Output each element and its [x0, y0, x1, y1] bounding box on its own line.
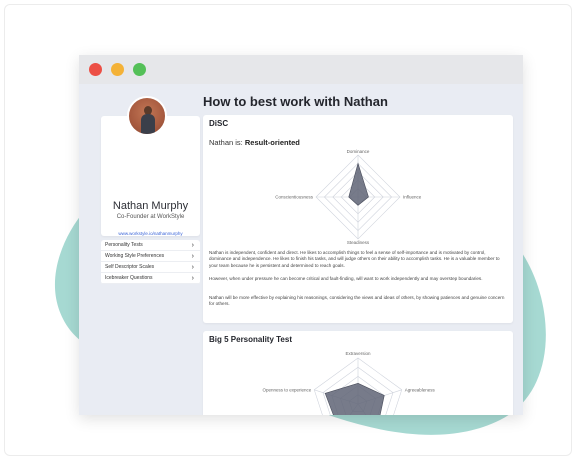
sidebar-menu: Personality Tests › Working Style Prefer… [101, 240, 200, 284]
profile-role: Co-Founder at WorkStyle [116, 214, 185, 220]
close-window-button[interactable] [89, 63, 102, 76]
disc-paragraph: However, when under pressure he can beco… [209, 276, 483, 281]
window-titlebar [79, 55, 523, 84]
big5-axis-label-extraversion: Extraversion [345, 351, 371, 356]
avatar-body [141, 114, 155, 134]
chevron-right-icon: › [191, 275, 194, 282]
chevron-right-icon: › [191, 264, 194, 271]
sidebar-item-label: Working Style Preferences [105, 253, 165, 259]
big5-axis-label-openness: Openness to experience [262, 387, 311, 392]
sidebar-item-self-descriptor-scales[interactable]: Self Descriptor Scales › [101, 262, 200, 273]
sidebar-item-icebreaker-questions[interactable]: Icebreaker Questions › [101, 273, 200, 284]
disc-axis-label-conscientiousness: Conscientiousness [275, 195, 314, 200]
disc-paragraph: Nathan is independent, confident and dir… [209, 250, 500, 268]
disc-axis-label-influence: Influence [403, 195, 422, 200]
sidebar-item-working-style-preferences[interactable]: Working Style Preferences › [101, 251, 200, 262]
minimize-window-button[interactable] [111, 63, 124, 76]
disc-axis-label-steadiness: Steadiness [347, 240, 370, 245]
sidebar-item-label: Icebreaker Questions [105, 275, 153, 281]
big5-radar-shape [324, 382, 385, 415]
profile-name: Nathan Murphy [112, 200, 189, 212]
profile-link[interactable]: www.workstyle.io/nathanmurphy [101, 231, 200, 236]
disc-axis-label-dominance: Dominance [347, 149, 370, 154]
sidebar-item-label: Self Descriptor Scales [105, 264, 155, 270]
disc-paragraph: Nathan will be more effective by explain… [209, 295, 505, 307]
disc-panel: DiSC Nathan is: Result-oriented Dominanc… [203, 115, 513, 323]
disc-radar-chart: Dominance Influence Steadiness Conscient… [275, 149, 422, 245]
big5-axis-label-agreeableness: Agreeableness [405, 387, 436, 392]
maximize-window-button[interactable] [133, 63, 146, 76]
avatar [127, 96, 167, 136]
big5-radar-chart: Extraversion Agreeableness Openness to e… [262, 351, 436, 415]
page-title: How to best work with Nathan [203, 94, 388, 109]
sidebar-item-label: Personality Tests [105, 242, 143, 248]
chevron-right-icon: › [191, 253, 194, 260]
chevron-right-icon: › [191, 242, 194, 249]
big5-panel: Big 5 Personality Test Extraversion Agre… [203, 331, 513, 415]
sidebar-item-personality-tests[interactable]: Personality Tests › [101, 240, 200, 251]
browser-window: Nathan Murphy Co-Founder at WorkStyle ww… [79, 55, 523, 415]
